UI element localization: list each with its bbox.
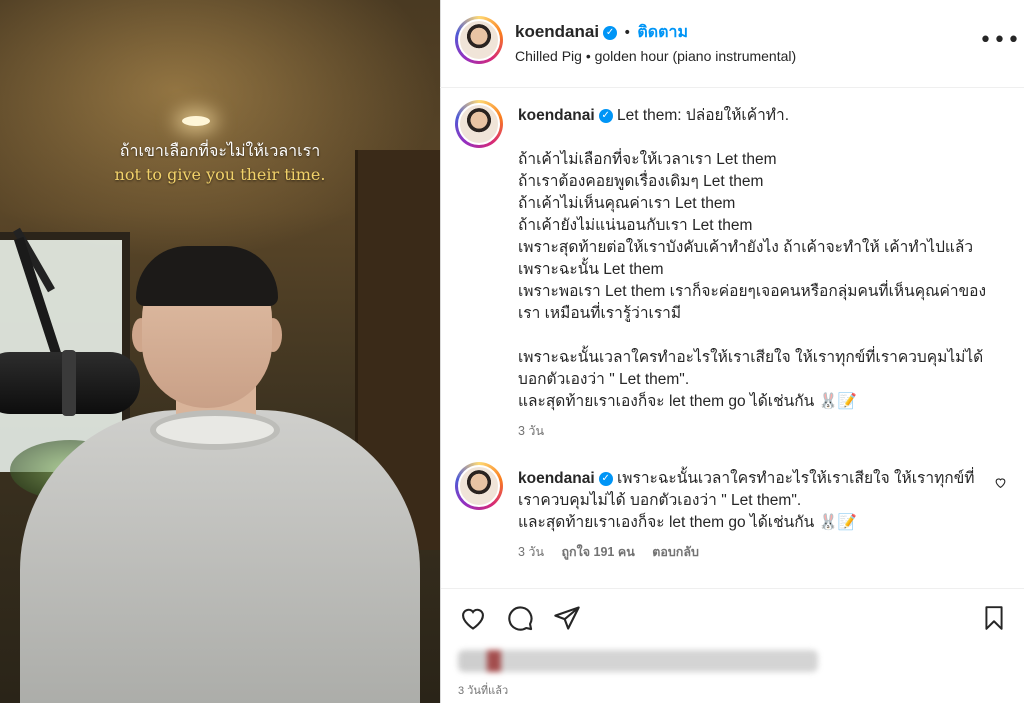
header-title-row: koendanai ✓ • ติดตาม [515, 20, 688, 45]
post-view: ถ้าเขาเลือกที่จะไม่ให้เวลาเรา not to giv… [0, 0, 1024, 703]
caption-line: เพราะพอเรา Let them เราก็จะค่อยๆเจอคนหรื… [518, 283, 987, 300]
author-avatar[interactable] [455, 16, 503, 64]
caption-line: เพราะฉะนั้น Let them [518, 261, 664, 278]
bookmark-icon[interactable] [981, 604, 1007, 636]
caption-line: ถ้าเค้ายังไม่แน่นอนกับเรา Let them [518, 217, 753, 234]
verified-badge-icon: ✓ [603, 25, 618, 40]
header-username[interactable]: koendanai [515, 22, 599, 41]
caption-thai: ถ้าเขาเลือกที่จะไม่ให้เวลาเรา [119, 141, 321, 160]
person-sweater [20, 410, 420, 703]
audio-track[interactable]: Chilled Pig • golden hour (piano instrum… [515, 48, 796, 64]
comment-username[interactable]: koendanai [518, 470, 595, 487]
separator-dot: • [623, 25, 632, 41]
verified-badge-icon: ✓ [598, 108, 613, 123]
caption-timestamp: 3 วัน [518, 421, 1008, 441]
caption-line: เพราะสุดท้ายต่อให้เราบังคับเค้าทำยังไง ถ… [518, 239, 974, 256]
comment-avatar[interactable] [455, 462, 503, 510]
comment-text: และสุดท้ายเราเองก็จะ let them go ได้เช่น… [518, 514, 858, 531]
caption-username[interactable]: koendanai [518, 107, 595, 124]
post-video[interactable]: ถ้าเขาเลือกที่จะไม่ให้เวลาเรา not to giv… [0, 0, 440, 703]
caption-heading: Let them: ปล่อยให้เค้าทำ. [616, 107, 790, 124]
post-caption: koendanai ✓ Let them: ปล่อยให้เค้าทำ. ถ้า… [518, 105, 1008, 441]
post-time-ago[interactable]: 3 วันที่แล้ว [458, 681, 508, 699]
caption-time[interactable]: 3 วัน [518, 424, 544, 438]
follow-button[interactable]: ติดตาม [637, 24, 688, 41]
caption-line: ถ้าเค้าไม่เลือกที่จะให้เวลาเรา Let them [518, 151, 777, 168]
verified-badge-icon: ✓ [598, 471, 613, 486]
comment-meta: 3 วัน ถูกใจ 191 คน ตอบกลับ [518, 542, 978, 562]
comment-time[interactable]: 3 วัน [518, 545, 544, 559]
comment-reply-button[interactable]: ตอบกลับ [652, 545, 699, 559]
comment-text: เพราะฉะนั้นเวลาใครทำอะไรให้เราเสียใจ ให้… [616, 470, 975, 487]
caption-english: not to give you their time. [114, 165, 326, 184]
caption-line: และสุดท้ายเราเองก็จะ let them go ได้เช่น… [518, 393, 858, 410]
comment-text: เราควบคุมไม่ได้ บอกตัวเองว่า " Let them"… [518, 492, 802, 509]
comment-first-line: koendanai ✓ เพราะฉะนั้นเวลาใครทำอะไรให้เร… [518, 468, 978, 490]
video-caption: ถ้าเขาเลือกที่จะไม่ให้เวลาเรา not to giv… [0, 140, 440, 186]
caption-line: เรา เหมือนที่เรารู้ว่าเรามี [518, 305, 682, 322]
person-hair [136, 246, 278, 306]
caption-line: เพราะฉะนั้นเวลาใครทำอะไรให้เราเสียใจ ให้… [518, 349, 984, 366]
ceiling-light [182, 116, 210, 126]
caption-avatar[interactable] [455, 100, 503, 148]
caption-line: ถ้าเค้าไม่เห็นคุณค่าเรา Let them [518, 195, 736, 212]
caption-line: บอกตัวเองว่า " Let them". [518, 371, 690, 388]
caption-first-line: koendanai ✓ Let them: ปล่อยให้เค้าทำ. [518, 105, 1008, 127]
heart-icon[interactable] [459, 604, 487, 636]
share-icon[interactable] [553, 604, 581, 636]
comment-icon[interactable] [506, 604, 534, 636]
microphone-ring [62, 350, 76, 416]
comment-likes[interactable]: ถูกใจ 191 คน [561, 545, 634, 559]
more-options-icon[interactable]: ••• [979, 28, 1021, 53]
likes-summary-blurred[interactable] [458, 650, 818, 672]
sweater-collar [150, 410, 280, 450]
heart-outline-icon[interactable] [994, 476, 1007, 493]
comment-item: koendanai ✓ เพราะฉะนั้นเวลาใครทำอะไรให้เร… [518, 468, 978, 562]
caption-line: ถ้าเราต้องคอยพูดเรื่องเดิมๆ Let them [518, 173, 764, 190]
